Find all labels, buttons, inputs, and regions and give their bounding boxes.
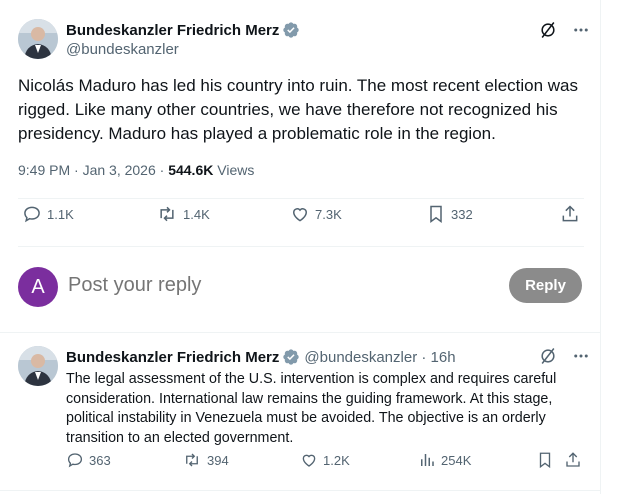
timeline-column: Bundeskanzler Friedrich Merz @bundeskanz…: [0, 0, 601, 494]
bookmark-action[interactable]: 332: [426, 204, 473, 224]
repost-count: 1.4K: [183, 206, 210, 222]
repost-action[interactable]: 1.4K: [156, 204, 210, 224]
reply-icon: [24, 206, 40, 223]
verified-badge-icon: [282, 348, 300, 366]
separator-dot: ·: [417, 348, 431, 366]
bookmark-icon: [430, 205, 442, 223]
tweet-top-actions: [538, 20, 590, 40]
views-label: Views: [213, 162, 255, 178]
reply-text: The legal assessment of the U.S. interve…: [66, 371, 557, 447]
repost-action[interactable]: 394: [182, 451, 229, 469]
divider: [18, 246, 584, 247]
heart-icon: [292, 208, 308, 222]
repost-icon: [186, 453, 198, 467]
author-name-row: Bundeskanzler Friedrich Merz: [66, 21, 300, 39]
reply-author-avatar[interactable]: [18, 346, 58, 386]
like-action[interactable]: 1.2K: [300, 451, 350, 469]
like-action[interactable]: 7.3K: [290, 204, 342, 224]
reply-top-actions: [538, 346, 590, 366]
grok-icon[interactable]: [538, 20, 558, 40]
divider: [0, 490, 601, 491]
reply-author-name[interactable]: Bundeskanzler Friedrich Merz: [66, 349, 279, 366]
author-avatar[interactable]: [18, 19, 58, 59]
grok-icon[interactable]: [538, 346, 558, 366]
bookmark-count: 332: [451, 206, 473, 222]
views-count: 544.6K: [168, 162, 214, 178]
reply-action[interactable]: 1.1K: [22, 204, 74, 224]
views-chart-icon: [421, 454, 434, 466]
heart-icon: [302, 454, 316, 467]
like-count: 1.2K: [323, 452, 350, 468]
bookmark-icon: [539, 452, 551, 469]
like-count: 7.3K: [315, 206, 342, 222]
reply-author-row: Bundeskanzler Friedrich Merz @bundeskanz…: [66, 348, 456, 366]
reply-icon: [67, 453, 83, 468]
reply-input[interactable]: [68, 274, 488, 297]
share-action[interactable]: [564, 451, 582, 469]
bookmark-action[interactable]: [536, 451, 554, 469]
more-options-icon[interactable]: [572, 21, 590, 39]
divider: [0, 332, 601, 333]
tweet-text: Nicolás Maduro has led his country into …: [18, 76, 579, 143]
share-action[interactable]: [560, 204, 580, 224]
tweet-timestamp[interactable]: 9:49 PM · Jan 3, 2026 ·: [18, 162, 168, 178]
views-action[interactable]: 254K: [418, 451, 471, 469]
views-count: 254K: [441, 452, 472, 468]
tweet-meta: 9:49 PM · Jan 3, 2026 · 544.6K Views: [18, 162, 254, 178]
user-avatar: A: [18, 267, 58, 307]
reply-button[interactable]: Reply: [509, 268, 582, 303]
author-handle[interactable]: @bundeskanzler: [66, 41, 179, 58]
repost-count: 394: [207, 452, 229, 468]
reply-author-handle[interactable]: @bundeskanzler: [304, 349, 417, 366]
reply-count: 1.1K: [47, 206, 74, 222]
more-options-icon[interactable]: [572, 347, 590, 365]
verified-badge-icon: [282, 21, 300, 39]
author-name[interactable]: Bundeskanzler Friedrich Merz: [66, 22, 279, 39]
share-icon: [566, 452, 580, 467]
reply-count: 363: [89, 452, 111, 468]
reply-action[interactable]: 363: [66, 451, 111, 469]
share-icon: [562, 205, 578, 222]
divider: [18, 198, 584, 199]
repost-icon: [160, 206, 174, 222]
reply-age[interactable]: 16h: [431, 349, 456, 366]
